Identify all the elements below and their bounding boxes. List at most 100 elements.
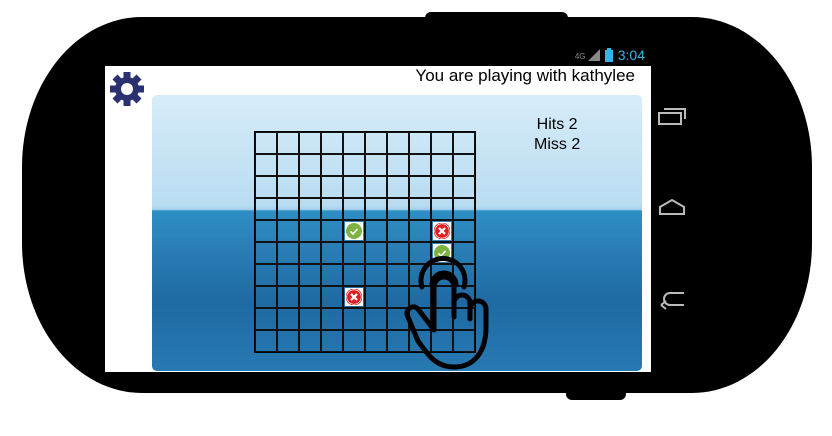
grid-cell[interactable] [409, 330, 431, 352]
grid-cell[interactable] [409, 308, 431, 330]
grid-cell[interactable] [343, 154, 365, 176]
grid-cell[interactable] [365, 220, 387, 242]
grid-cell[interactable] [321, 264, 343, 286]
back-button[interactable] [656, 287, 688, 311]
grid-cell[interactable] [387, 242, 409, 264]
grid-cell[interactable] [453, 286, 475, 308]
grid-cell[interactable] [431, 242, 453, 264]
grid-cell[interactable] [321, 308, 343, 330]
grid-cell[interactable] [365, 176, 387, 198]
grid-cell[interactable] [343, 132, 365, 154]
grid-cell[interactable] [387, 176, 409, 198]
recent-apps-button[interactable] [656, 104, 688, 128]
grid-cell[interactable] [365, 286, 387, 308]
grid-cell[interactable] [409, 132, 431, 154]
grid-cell[interactable] [255, 308, 277, 330]
grid-cell[interactable] [255, 176, 277, 198]
grid-cell[interactable] [453, 308, 475, 330]
grid-cell[interactable] [431, 176, 453, 198]
grid-cell[interactable] [255, 264, 277, 286]
grid-cell[interactable] [277, 198, 299, 220]
grid-cell[interactable] [321, 286, 343, 308]
grid-cell[interactable] [409, 220, 431, 242]
grid-cell[interactable] [299, 308, 321, 330]
grid-cell[interactable] [255, 242, 277, 264]
grid-cell[interactable] [431, 154, 453, 176]
grid-cell[interactable] [343, 220, 365, 242]
grid-cell[interactable] [255, 198, 277, 220]
grid-cell[interactable] [321, 330, 343, 352]
grid-cell[interactable] [321, 132, 343, 154]
grid-cell[interactable] [277, 176, 299, 198]
grid-cell[interactable] [453, 154, 475, 176]
grid-cell[interactable] [255, 154, 277, 176]
grid-cell[interactable] [365, 308, 387, 330]
grid-cell[interactable] [343, 242, 365, 264]
grid-cell[interactable] [409, 176, 431, 198]
grid-cell[interactable] [277, 220, 299, 242]
grid-cell[interactable] [343, 330, 365, 352]
grid-cell[interactable] [387, 198, 409, 220]
grid-cell[interactable] [365, 198, 387, 220]
grid-cell[interactable] [343, 176, 365, 198]
grid-cell[interactable] [299, 198, 321, 220]
grid-cell[interactable] [387, 154, 409, 176]
grid-cell[interactable] [299, 330, 321, 352]
grid-cell[interactable] [299, 264, 321, 286]
grid-cell[interactable] [255, 132, 277, 154]
grid-cell[interactable] [409, 242, 431, 264]
grid-cell[interactable] [365, 154, 387, 176]
grid-cell[interactable] [277, 154, 299, 176]
grid-cell[interactable] [343, 286, 365, 308]
home-button[interactable] [656, 196, 688, 220]
grid-cell[interactable] [387, 220, 409, 242]
grid-cell[interactable] [387, 308, 409, 330]
grid-cell[interactable] [321, 198, 343, 220]
grid-cell[interactable] [277, 286, 299, 308]
grid-cell[interactable] [299, 132, 321, 154]
grid-cell[interactable] [365, 132, 387, 154]
grid-cell[interactable] [277, 264, 299, 286]
grid-cell[interactable] [255, 330, 277, 352]
grid-cell[interactable] [453, 220, 475, 242]
grid-cell[interactable] [409, 264, 431, 286]
grid-cell[interactable] [321, 220, 343, 242]
grid-cell[interactable] [431, 308, 453, 330]
grid-cell[interactable] [255, 220, 277, 242]
grid-cell[interactable] [299, 220, 321, 242]
grid-cell[interactable] [453, 264, 475, 286]
grid-cell[interactable] [453, 198, 475, 220]
gear-icon[interactable] [110, 72, 144, 106]
grid-cell[interactable] [453, 242, 475, 264]
grid-cell[interactable] [365, 242, 387, 264]
grid-cell[interactable] [431, 132, 453, 154]
grid-cell[interactable] [277, 242, 299, 264]
grid-cell[interactable] [409, 286, 431, 308]
grid-cell[interactable] [453, 132, 475, 154]
grid-cell[interactable] [365, 264, 387, 286]
grid-cell[interactable] [431, 286, 453, 308]
grid-cell[interactable] [299, 286, 321, 308]
grid-cell[interactable] [431, 220, 453, 242]
grid-cell[interactable] [431, 198, 453, 220]
grid-cell[interactable] [387, 330, 409, 352]
grid-cell[interactable] [299, 176, 321, 198]
grid-cell[interactable] [453, 330, 475, 352]
grid-cell[interactable] [431, 330, 453, 352]
grid-cell[interactable] [277, 308, 299, 330]
grid-cell[interactable] [343, 308, 365, 330]
grid-cell[interactable] [277, 330, 299, 352]
grid-cell[interactable] [321, 242, 343, 264]
grid-cell[interactable] [255, 286, 277, 308]
grid-cell[interactable] [299, 242, 321, 264]
grid-cell[interactable] [387, 264, 409, 286]
grid-cell[interactable] [321, 176, 343, 198]
grid-cell[interactable] [431, 264, 453, 286]
grid-cell[interactable] [343, 264, 365, 286]
grid-cell[interactable] [453, 176, 475, 198]
grid-cell[interactable] [409, 154, 431, 176]
grid-cell[interactable] [277, 132, 299, 154]
grid-cell[interactable] [387, 286, 409, 308]
grid-cell[interactable] [365, 330, 387, 352]
grid-cell[interactable] [299, 154, 321, 176]
